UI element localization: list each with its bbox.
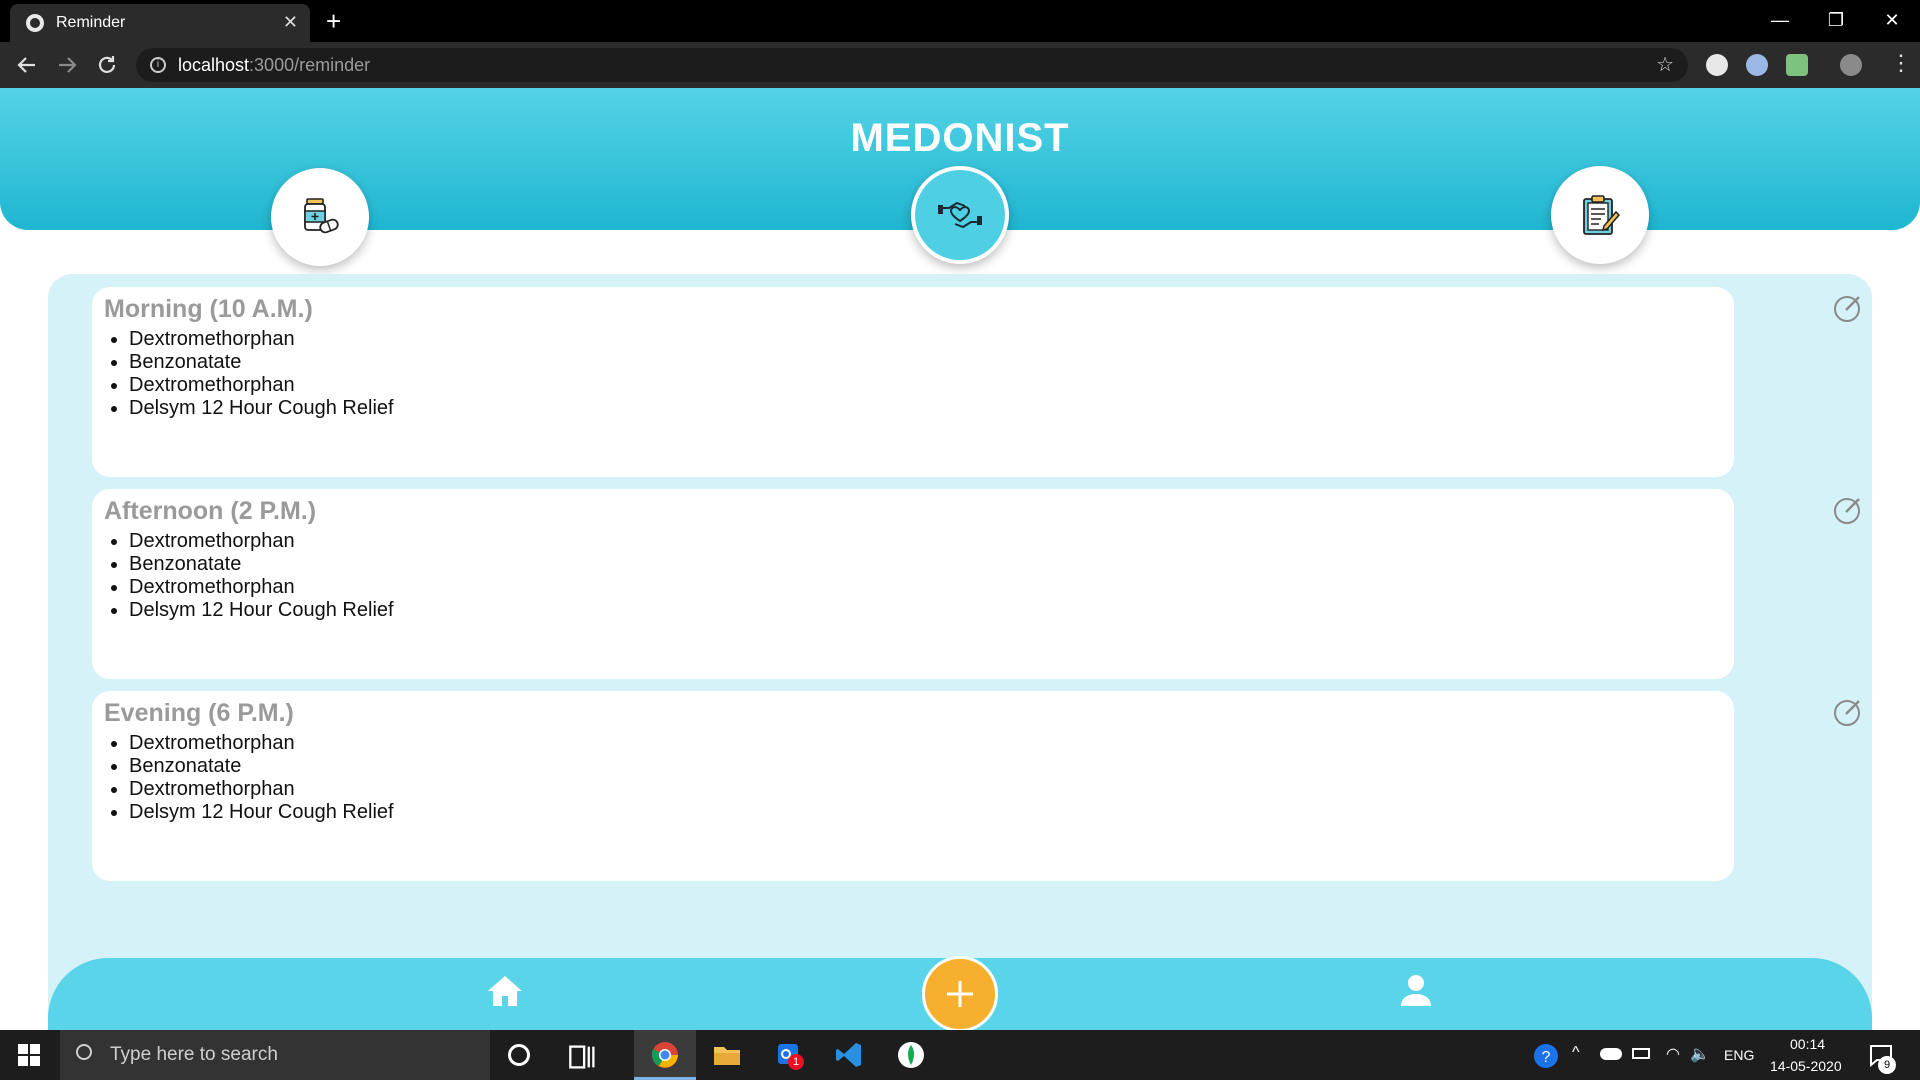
reload-icon[interactable] xyxy=(96,54,118,76)
url-host: localhost xyxy=(178,54,250,75)
reminder-card-morning: Morning (10 A.M.) Dextromethorphan Benzo… xyxy=(92,287,1734,477)
medicine-list: Dextromethorphan Benzonatate Dextrometho… xyxy=(104,530,1722,622)
home-icon[interactable] xyxy=(486,974,524,1008)
clock-date[interactable]: 14-05-2020 xyxy=(1770,1058,1842,1074)
medicine-item: Delsym 12 Hour Cough Relief xyxy=(129,801,1722,824)
medicine-item: Benzonatate xyxy=(129,755,1722,778)
profile-avatar[interactable] xyxy=(1840,54,1862,76)
info-icon[interactable]: i xyxy=(150,57,166,73)
forward-arrow-icon[interactable] xyxy=(56,54,78,76)
restore-button[interactable]: ❐ xyxy=(1808,0,1864,42)
vscode-icon[interactable] xyxy=(834,1040,864,1070)
address-bar[interactable]: i localhost:3000/reminder ☆ xyxy=(136,48,1688,82)
chrome-icon[interactable] xyxy=(650,1040,680,1070)
medicine-item: Delsym 12 Hour Cough Relief xyxy=(129,397,1722,420)
medicine-item: Delsym 12 Hour Cough Relief xyxy=(129,599,1722,622)
app-page: MEDONIST Morning (10 A.M.) • Dextrometho… xyxy=(0,88,1920,1030)
medicine-nav-button[interactable] xyxy=(271,168,369,266)
url-path: :3000/reminder xyxy=(249,54,371,75)
clock-time[interactable]: 00:14 xyxy=(1790,1036,1825,1052)
search-icon xyxy=(76,1044,92,1060)
mongodb-icon[interactable] xyxy=(896,1040,926,1070)
notification-count-badge: 9 xyxy=(1878,1056,1896,1074)
care-hands-icon xyxy=(938,201,982,229)
search-placeholder: Type here to search xyxy=(110,1044,278,1065)
extension-icon[interactable] xyxy=(1786,54,1808,76)
volume-icon[interactable]: 🔈 xyxy=(1690,1044,1710,1064)
browser-tab-bar: Reminder ✕ + — ❐ ✕ xyxy=(0,0,1920,42)
clipboard-icon xyxy=(1583,195,1621,235)
globe-icon xyxy=(26,14,44,32)
onedrive-icon[interactable] xyxy=(1600,1048,1622,1060)
extension-icon[interactable] xyxy=(1746,54,1768,76)
svg-text:?: ? xyxy=(1542,1049,1551,1066)
medicine-icon xyxy=(304,198,339,234)
medicine-list: Dextromethorphan Benzonatate Dextrometho… xyxy=(104,328,1722,420)
reminder-card-afternoon: Afternoon (2 P.M.) Dextromethorphan Benz… xyxy=(92,489,1734,679)
close-window-button[interactable]: ✕ xyxy=(1864,0,1920,42)
medicine-item: Dextromethorphan xyxy=(129,328,1722,351)
medicine-item: Dextromethorphan xyxy=(129,576,1722,599)
task-view-icon[interactable] xyxy=(568,1042,598,1072)
edit-icon[interactable] xyxy=(1832,292,1864,324)
file-explorer-icon[interactable] xyxy=(712,1040,742,1070)
edit-icon[interactable] xyxy=(1832,696,1864,728)
medicine-item: Dextromethorphan xyxy=(129,732,1722,755)
medicine-list: Dextromethorphan Benzonatate Dextrometho… xyxy=(104,732,1722,824)
user-icon[interactable] xyxy=(1400,974,1432,1006)
extension-icon[interactable] xyxy=(1706,54,1728,76)
medicine-item: Benzonatate xyxy=(129,553,1722,576)
menu-kebab-icon[interactable]: ⋮ xyxy=(1890,50,1912,76)
medicine-item: Dextromethorphan xyxy=(129,778,1722,801)
medicine-item: Dextromethorphan xyxy=(129,374,1722,397)
battery-icon[interactable] xyxy=(1632,1048,1650,1059)
edit-icon[interactable] xyxy=(1832,494,1864,526)
medicine-item: Dextromethorphan xyxy=(129,530,1722,553)
new-tab-button[interactable]: + xyxy=(326,6,341,37)
back-arrow-icon[interactable] xyxy=(16,54,38,76)
minimize-button[interactable]: — xyxy=(1752,0,1808,42)
tab-close-icon[interactable]: ✕ xyxy=(283,12,298,33)
reminder-title: Afternoon (2 P.M.) xyxy=(104,497,317,525)
reminder-title: Morning (10 A.M.) xyxy=(104,295,313,323)
window-controls: — ❐ ✕ xyxy=(1752,0,1920,42)
notification-badge: 1 xyxy=(788,1054,804,1070)
medicine-item: Benzonatate xyxy=(129,351,1722,374)
windows-taskbar: Type here to search 1 ? ^ ◠ 🔈 ENG 00:14 … xyxy=(0,1030,1920,1080)
tab-title: Reminder xyxy=(56,14,126,31)
language-indicator[interactable]: ENG xyxy=(1724,1047,1754,1063)
wifi-icon[interactable]: ◠ xyxy=(1666,1044,1680,1064)
reminder-card-evening: Evening (6 P.M.) Dextromethorphan Benzon… xyxy=(92,691,1734,881)
plus-icon xyxy=(947,981,973,1007)
brand-title: MEDONIST xyxy=(850,116,1070,160)
add-reminder-button[interactable] xyxy=(922,956,998,1030)
help-icon[interactable]: ? xyxy=(1532,1042,1560,1070)
cortana-icon[interactable] xyxy=(508,1044,530,1066)
taskbar-search-box[interactable]: Type here to search xyxy=(60,1030,490,1080)
reminder-title: Evening (6 P.M.) xyxy=(104,699,294,727)
chevron-up-icon[interactable]: ^ xyxy=(1572,1044,1580,1062)
bookmark-star-icon[interactable]: ☆ xyxy=(1656,52,1674,77)
browser-toolbar: i localhost:3000/reminder ☆ ⋮ xyxy=(0,42,1920,88)
browser-tab[interactable]: Reminder ✕ xyxy=(10,4,310,42)
care-nav-button[interactable] xyxy=(911,166,1009,264)
notes-nav-button[interactable] xyxy=(1551,166,1649,264)
windows-start-icon[interactable] xyxy=(18,1044,40,1066)
